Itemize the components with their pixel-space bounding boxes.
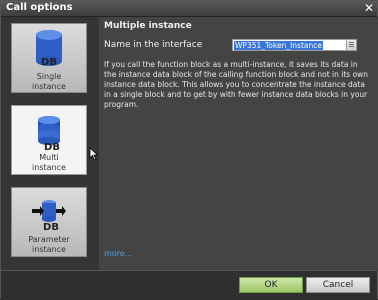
cancel-button[interactable]: Cancel: [306, 277, 370, 293]
db-icon-text: DB: [41, 57, 57, 68]
mouse-cursor-icon: [89, 147, 99, 161]
description-text: If you call the function block as a mult…: [104, 60, 369, 109]
section-heading: Multiple instance: [104, 21, 192, 31]
dialog-title: Call options: [6, 2, 73, 13]
db-icon-text: DB: [43, 222, 59, 233]
call-options-dialog: Call options ✕ DB Single instance DB Mul…: [0, 0, 378, 300]
parameter-instance-label-line1: Parameter: [28, 235, 70, 244]
db-icon-text: DB: [44, 142, 60, 152]
multi-instance-label-line2: instance: [32, 163, 66, 172]
interface-name-label: Name in the interface: [104, 40, 203, 50]
parameter-instance-label-line2: instance: [32, 245, 66, 254]
browse-button[interactable]: ☰: [346, 39, 357, 51]
db-multi-icon: DB: [38, 116, 60, 152]
db-single-icon: DB: [36, 30, 62, 68]
more-link[interactable]: more...: [104, 249, 132, 258]
parameter-instance-button[interactable]: DB Parameter instance: [11, 187, 87, 257]
ok-button[interactable]: OK: [239, 277, 303, 293]
instance-options-panel: DB Single instance DB Multi instance DB …: [1, 17, 99, 270]
title-bar[interactable]: Call options ✕: [1, 1, 377, 17]
single-instance-label-line2: instance: [32, 82, 66, 91]
button-bar: OK Cancel: [1, 270, 377, 300]
interface-name-value[interactable]: WP351_Token_Instance: [234, 41, 323, 50]
close-icon[interactable]: ✕: [361, 1, 377, 16]
single-instance-button[interactable]: DB Single instance: [11, 23, 87, 93]
interface-name-field[interactable]: WP351_Token_Instance ☰: [232, 39, 357, 51]
multi-instance-label-line1: Multi: [39, 153, 59, 162]
option-details-panel: Multiple instance Name in the interface …: [99, 17, 378, 270]
db-parameter-icon: DB: [32, 200, 66, 233]
multi-instance-button[interactable]: DB Multi instance: [11, 105, 87, 175]
single-instance-label-line1: Single: [36, 72, 62, 81]
